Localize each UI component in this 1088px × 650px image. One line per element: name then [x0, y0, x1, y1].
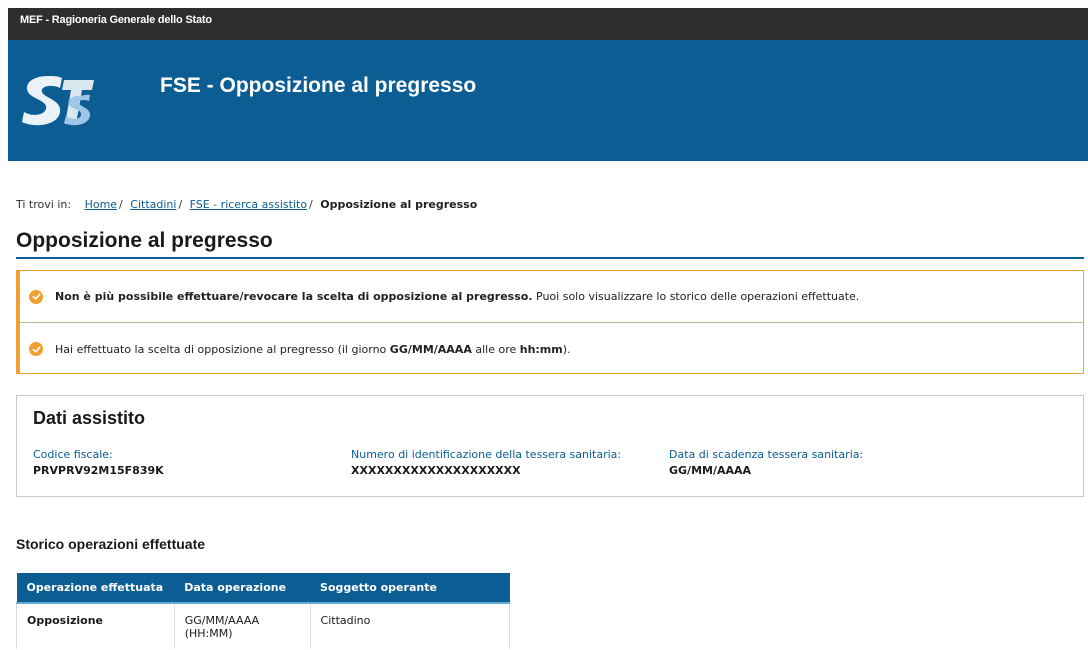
table-header-row: Operazione effettuata Data operazione So…	[16, 573, 510, 604]
alert-choice-done: Hai effettuato la scelta di opposizione …	[20, 323, 1083, 375]
alert-no-longer-possible: Non è più possibile effettuare/revocare …	[20, 271, 1083, 323]
check-circle-icon	[29, 289, 43, 304]
breadcrumb: Ti trovi in: Home / Cittadini / FSE - rice…	[16, 198, 477, 211]
topbar-title: MEF - Ragioneria Generale dello Stato	[20, 14, 212, 26]
alert-text: Hai effettuato la scelta di opposizione …	[55, 343, 571, 356]
card-title: Dati assistito	[33, 408, 146, 428]
breadcrumb-separator: /	[309, 198, 313, 211]
alert-time: hh:mm	[519, 342, 563, 356]
breadcrumb-current: Opposizione al pregresso	[320, 198, 478, 211]
scadenza-label: Data di scadenza tessera sanitaria:	[669, 448, 864, 461]
alert-date: GG/MM/AAAA	[389, 342, 472, 356]
codice-fiscale-value: PRVPRV92M15F839K	[33, 464, 164, 477]
alert-bold-text: Non è più possibile effettuare/revocare …	[55, 290, 533, 303]
cell-date-value: GG/MM/AAAA	[184, 614, 260, 627]
cell-operation: Opposizione	[16, 603, 175, 649]
dati-assistito-card: Dati assistito Codice fiscale: PRVPRV92M…	[16, 395, 1084, 497]
tessera-field: Numero di identificazione della tessera …	[351, 448, 621, 477]
top-bar: MEF - Ragioneria Generale dello Stato	[8, 8, 1088, 40]
breadcrumb-link-ricerca-assistito[interactable]: FSE - ricerca assistito	[190, 198, 307, 211]
scadenza-field: Data di scadenza tessera sanitaria: GG/M…	[669, 448, 863, 477]
history-table: Operazione effettuata Data operazione So…	[16, 573, 511, 649]
codice-fiscale-field: Codice fiscale: PRVPRV92M15F839K	[33, 448, 164, 477]
cell-date: GG/MM/AAAA (HH:MM)	[173, 603, 311, 649]
breadcrumb-separator: /	[178, 198, 183, 211]
breadcrumb-separator: /	[119, 198, 123, 211]
alert-rest-text: Puoi solo visualizzare lo storico delle …	[532, 290, 860, 303]
cell-subject: Cittadino	[309, 603, 511, 649]
breadcrumb-link-cittadini[interactable]: Cittadini	[130, 198, 176, 211]
check-circle-icon	[29, 342, 43, 356]
breadcrumb-lead: Ti trovi in:	[16, 198, 72, 211]
cell-time-value: (HH:MM)	[184, 627, 233, 640]
scadenza-value: GG/MM/AAAA	[669, 464, 752, 477]
alert-text: Non è più possibile effettuare/revocare …	[55, 290, 859, 303]
codice-fiscale-label: Codice fiscale:	[33, 448, 113, 461]
app-header: FSE - Opposizione al pregresso	[8, 40, 1088, 161]
alert-text-part: ).	[562, 342, 571, 356]
column-header-subject: Soggetto operante	[310, 573, 510, 604]
breadcrumb-link-home[interactable]: Home	[85, 198, 117, 211]
page-title: Opposizione al pregresso	[16, 229, 273, 252]
table-row: Opposizione GG/MM/AAAA (HH:MM) Cittadino	[16, 603, 511, 649]
alert-text-part: alle ore	[471, 342, 520, 356]
tessera-label: Numero di identificazione della tessera …	[351, 448, 622, 461]
history-title: Storico operazioni effettuate	[16, 536, 206, 552]
column-header-date: Data operazione	[174, 573, 311, 604]
column-header-operation: Operazione effettuata	[16, 573, 175, 604]
sts-logo-icon	[22, 76, 94, 126]
tessera-value: XXXXXXXXXXXXXXXXXXXX	[351, 464, 521, 477]
title-divider	[16, 257, 1084, 259]
alert-text-part: Hai effettuato la scelta di opposizione …	[55, 342, 390, 356]
app-title: FSE - Opposizione al pregresso	[160, 74, 477, 97]
warning-alerts: Non è più possibile effettuare/revocare …	[16, 270, 1084, 374]
